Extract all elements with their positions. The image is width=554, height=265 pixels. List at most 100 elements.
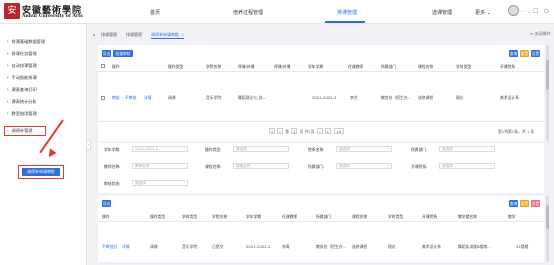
reject-after-link[interactable]: 不审批后 [102, 244, 117, 250]
bottom-scrollbar-thumb[interactable] [546, 205, 549, 229]
col-header-open-dept-2: 开课院系 [422, 214, 438, 219]
detail-link[interactable]: 详情 [144, 95, 152, 101]
cell-op-type-2: 调课 [150, 244, 158, 249]
col-header-open-dept: 开课院系 [500, 64, 516, 69]
dept-select[interactable]: 请选择 [439, 146, 495, 152]
tab-scheduling-1[interactable]: 排课管理 [101, 31, 117, 39]
tab-adjust-approval[interactable]: 调停补申请审批 ✕ [151, 31, 185, 39]
settings-button-2[interactable]: 设置 [531, 200, 540, 207]
cell-term: 2021-2022-2 [312, 95, 337, 100]
cell-course-name-2: 选修课程 [352, 244, 368, 249]
col-header-hours-type: 学时类型 [456, 64, 472, 69]
page-number-input[interactable]: 1 [291, 128, 298, 134]
filter-label-op-type: 操作类型: [205, 147, 222, 152]
dept-select-2[interactable]: 请选择 [336, 163, 392, 169]
sidebar-item-manual[interactable]: 手动智能排课 [6, 75, 37, 81]
sidebar-item-classroom[interactable]: 教室借用管理 [6, 111, 37, 117]
query-button-2[interactable]: 查询 [509, 200, 518, 207]
sidebar-item-base-data[interactable]: 排课基础数据管理 [6, 39, 46, 45]
col-header-teacher-2: 任课教师 [282, 214, 298, 219]
query-button[interactable]: 查询 [509, 50, 518, 57]
col-header-stop: 停课/补课 [274, 64, 291, 69]
prev-page-button[interactable]: ‹ [277, 128, 283, 134]
op-type-select[interactable]: 请选择 [233, 146, 289, 152]
cell-op-type: 调课 [168, 95, 176, 100]
col-header-term: 学年学期 [308, 64, 324, 69]
nav-home[interactable]: 首页 [150, 9, 160, 16]
cell-building: 舞蹈实训楼B楼南... [458, 244, 491, 249]
filter-label-teacher: 教师名称: [104, 164, 121, 169]
col-header-hours-type-2: 学时类型 [388, 214, 404, 219]
pagination-summary: 第1到第1条，共 1 条 [498, 129, 535, 134]
export-button-2[interactable]: 导出 [102, 200, 111, 207]
col-header-course-name: 课程名称 [418, 64, 434, 69]
col-header-college-2: 学院名称 [212, 214, 228, 219]
sidebar-item-auto[interactable]: 自动排课管理 [6, 63, 37, 69]
sidebar-subitem-adjust-approval[interactable]: 调停补申请审批 [22, 168, 60, 176]
avatar[interactable] [508, 5, 519, 16]
nav-course-selection[interactable]: 选课管理 [432, 9, 452, 16]
top-list-panel: 导出 批量审核 查询 重置 设置 操作 操作类型 学院名称 停课/补课 停课/补… [98, 45, 544, 141]
col-header-teacher: 任课教师 [348, 64, 364, 69]
reject-link[interactable]: 不审批 [125, 95, 136, 101]
next-page-button[interactable]: › [316, 128, 323, 134]
col-header-actions-2: 操作 [102, 214, 110, 219]
home-tab-icon[interactable]: ⌂ [93, 31, 96, 39]
approve-link[interactable]: 审批 [112, 95, 120, 101]
col-header-actions: 操作 [112, 64, 120, 69]
row-divider [98, 121, 544, 122]
nav-training-process[interactable]: 培养过程管理 [233, 9, 263, 16]
power-icon[interactable]: ⏻ [544, 8, 549, 16]
last-page-button[interactable]: » [324, 128, 331, 134]
select-all-checkbox[interactable] [101, 64, 105, 68]
sidebar-item-print[interactable]: 课表查询打印 [6, 87, 37, 93]
tab-scheduling-2[interactable]: 排课管理 [126, 31, 142, 39]
col-header-dept: 所属部门 [381, 64, 397, 69]
sidebar-item-stats[interactable]: 课表统计分析 [6, 99, 37, 105]
sidebar-item-adjust[interactable]: 调停补管理 [6, 128, 33, 134]
cell-hours-type: 理论 [456, 95, 464, 100]
filter-label-dept: 所属部门: [411, 147, 428, 152]
close-operations-menu[interactable]: ≡ 关闭操作 [530, 31, 551, 37]
settings-button[interactable]: 设置 [531, 50, 540, 57]
reset-button[interactable]: 重置 [520, 50, 529, 57]
reset-button-2[interactable]: 重置 [520, 200, 529, 207]
university-name-en: Anhui University of Arts [22, 14, 83, 19]
status-select[interactable]: 请选择 [132, 180, 188, 186]
col-header-course-name-2: 课程名称 [352, 214, 368, 219]
filter-label-dept-2: 所属部门: [308, 164, 325, 169]
row-checkbox[interactable] [101, 96, 105, 100]
bottom-list-panel: 导出 查询 重置 设置 操作 操作类型 学时类型 学院名称 学年学期 任课教师 … [98, 196, 544, 262]
user-menu[interactable]: · · · ⌄ [520, 9, 531, 14]
page-size-select[interactable]: 10 [333, 128, 344, 134]
close-icon[interactable]: ✕ [181, 32, 184, 37]
batch-approve-button[interactable]: 批量审核 [113, 50, 133, 57]
filter-label-term: 学年学期: [104, 147, 121, 152]
page-label: 第 [285, 129, 290, 134]
nav-more[interactable]: 更多 ⌄ [475, 9, 491, 16]
filter-label-course: 课程名称: [205, 164, 222, 169]
detail-link-2[interactable]: 详情 [122, 244, 130, 250]
col-header-college: 学院名称 [206, 64, 222, 69]
notification-icon[interactable]: ☐ [533, 8, 538, 15]
top-navbar: 安 安徽藝術學院 Anhui University of Arts 首页 培养过… [0, 0, 554, 24]
teacher-name-input[interactable]: 教师名称 [132, 163, 188, 169]
nav-active-indicator [325, 21, 365, 23]
col-header-teach: 教学 [508, 214, 516, 219]
export-button[interactable]: 导出 [102, 50, 111, 57]
term-select[interactable]: 2021-2022-2 [132, 146, 188, 152]
cell-extra: 31楼楼 [516, 244, 529, 249]
cell-dept: 教务处（招生办... [381, 95, 412, 100]
top-scrollbar-thumb[interactable] [546, 60, 549, 90]
nav-scheduling[interactable]: 排课管理 [337, 9, 357, 16]
col-header-dept-2: 所属部门 [316, 214, 332, 219]
collapse-sidebar-icon[interactable]: ‹ [86, 140, 91, 150]
course-name-input[interactable]: 课程名称 [233, 163, 289, 169]
filter-label-college: 院系名称: [308, 147, 325, 152]
sidebar-item-tasks[interactable]: 排课任务管理 [6, 51, 37, 57]
open-dept-select[interactable]: 请选择 [439, 163, 495, 169]
cell-college: 音乐学院 [206, 95, 222, 100]
first-page-button[interactable]: « [269, 128, 275, 134]
university-logo-icon: 安 [4, 3, 20, 19]
college-select[interactable]: 请选择 [336, 146, 392, 152]
